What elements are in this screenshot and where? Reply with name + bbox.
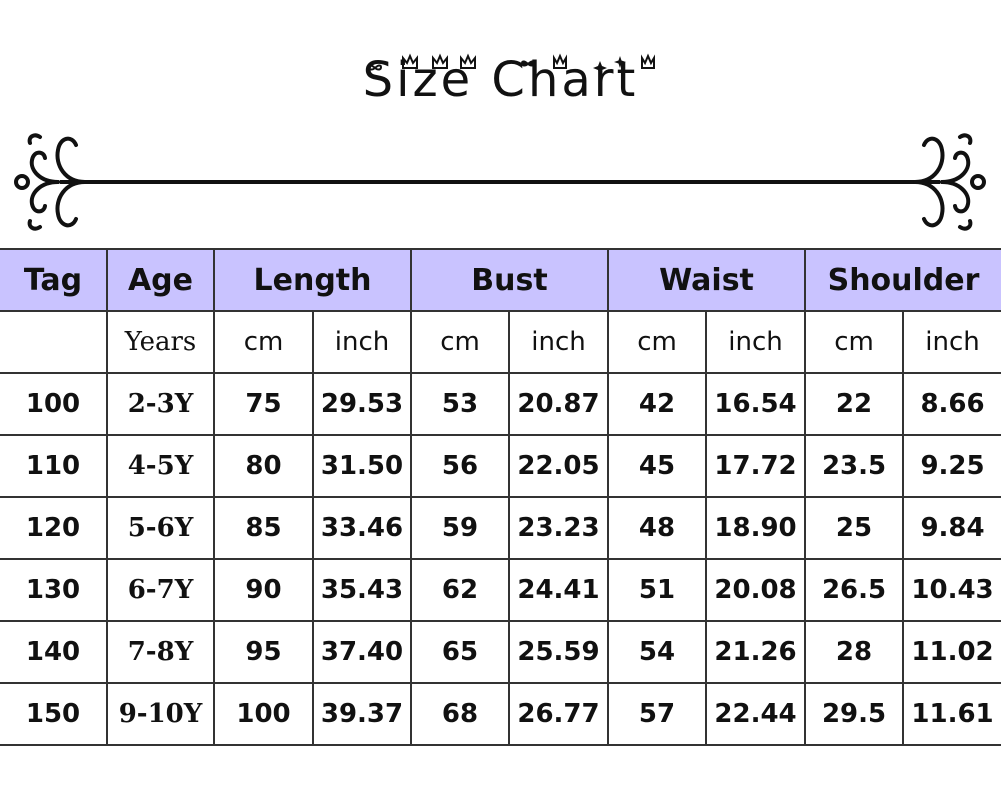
header-waist: Waist — [607, 248, 807, 312]
cell-waist-inch: 20.08 — [705, 558, 807, 622]
cell-shoulder-cm: 29.5 — [804, 682, 905, 746]
cell-bust-cm: 59 — [410, 496, 510, 560]
table-header-row: Tag Age Length Bust Waist Shoulder — [0, 248, 1001, 312]
cell-shoulder-inch: 11.61 — [902, 682, 1001, 746]
cell-length-inch: 37.40 — [312, 620, 412, 684]
cell-shoulder-cm: 25 — [804, 496, 905, 560]
cell-tag: 130 — [0, 558, 108, 622]
cell-bust-cm: 62 — [410, 558, 510, 622]
cell-length-inch: 29.53 — [312, 372, 412, 436]
table-row: 120 5-6Y 85 33.46 59 23.23 48 18.90 25 9… — [0, 496, 1001, 560]
size-chart-table: Tag Age Length Bust Waist Shoulder Years… — [0, 248, 1001, 746]
divider-line — [60, 180, 940, 184]
cell-tag: 110 — [0, 434, 108, 498]
table-row: 100 2-3Y 75 29.53 53 20.87 42 16.54 22 8… — [0, 372, 1001, 436]
table-row: 150 9-10Y 100 39.37 68 26.77 57 22.44 29… — [0, 682, 1001, 746]
header-bust: Bust — [409, 248, 610, 312]
cell-age: 2-3Y — [106, 372, 215, 436]
cell-waist-cm: 45 — [607, 434, 708, 498]
cell-length-cm: 85 — [213, 496, 314, 560]
cell-waist-cm: 51 — [607, 558, 708, 622]
sparkle-icon — [614, 56, 626, 68]
cell-bust-inch: 24.41 — [507, 558, 610, 622]
cell-waist-cm: 54 — [607, 620, 708, 684]
cell-length-inch: 33.46 — [312, 496, 412, 560]
cell-length-inch: 35.43 — [312, 558, 412, 622]
cell-length-cm: 100 — [213, 682, 314, 746]
cell-waist-inch: 21.26 — [705, 620, 807, 684]
cell-waist-inch: 22.44 — [705, 682, 807, 746]
table-row: 130 6-7Y 90 35.43 62 24.41 51 20.08 26.5… — [0, 558, 1001, 622]
crown-icon — [402, 53, 418, 69]
unit-shoulder-cm: cm — [804, 310, 905, 374]
header-tag: Tag — [0, 248, 108, 312]
cell-length-cm: 75 — [213, 372, 314, 436]
cell-length-cm: 95 — [213, 620, 314, 684]
cell-bust-cm: 56 — [410, 434, 510, 498]
cell-waist-inch: 18.90 — [705, 496, 807, 560]
cell-waist-inch: 16.54 — [705, 372, 807, 436]
unit-bust-inch: inch — [507, 310, 610, 374]
cell-waist-cm: 57 — [607, 682, 708, 746]
header-age: Age — [106, 248, 215, 312]
unit-length-inch: inch — [312, 310, 412, 374]
cell-bust-inch: 25.59 — [507, 620, 610, 684]
cell-waist-cm: 42 — [607, 372, 708, 436]
table-row: 140 7-8Y 95 37.40 65 25.59 54 21.26 28 1… — [0, 620, 1001, 684]
cell-tag: 100 — [0, 372, 108, 436]
table-row: 110 4-5Y 80 31.50 56 22.05 45 17.72 23.5… — [0, 434, 1001, 498]
unit-waist-cm: cm — [607, 310, 708, 374]
unit-length-cm: cm — [213, 310, 314, 374]
cell-bust-inch: 23.23 — [507, 496, 610, 560]
sparkle-icon — [593, 61, 607, 75]
cell-waist-inch: 17.72 — [705, 434, 807, 498]
header-shoulder: Shoulder — [804, 248, 1001, 312]
unit-waist-inch: inch — [705, 310, 807, 374]
cell-age: 4-5Y — [106, 434, 215, 498]
cell-shoulder-inch: 8.66 — [902, 372, 1001, 436]
unit-row: Years cm inch cm inch cm inch cm inch — [0, 310, 1001, 374]
cell-shoulder-inch: 9.84 — [902, 496, 1001, 560]
cell-bust-inch: 26.77 — [507, 682, 610, 746]
cell-waist-cm: 48 — [607, 496, 708, 560]
cell-bust-cm: 53 — [410, 372, 510, 436]
cell-length-cm: 80 — [213, 434, 314, 498]
cell-shoulder-inch: 9.25 — [902, 434, 1001, 498]
cell-age: 6-7Y — [106, 558, 215, 622]
crown-icon — [641, 53, 655, 69]
cell-shoulder-inch: 11.02 — [902, 620, 1001, 684]
crown-icon — [432, 53, 448, 69]
cell-age: 5-6Y — [106, 496, 215, 560]
cell-age: 7-8Y — [106, 620, 215, 684]
cell-shoulder-inch: 10.43 — [902, 558, 1001, 622]
header-length: Length — [213, 248, 412, 312]
cell-age: 9-10Y — [106, 682, 215, 746]
bow-icon — [368, 64, 382, 71]
cell-tag: 140 — [0, 620, 108, 684]
unit-age: Years — [106, 310, 215, 374]
crown-icon — [460, 53, 476, 69]
cell-length-cm: 90 — [213, 558, 314, 622]
cell-shoulder-cm: 28 — [804, 620, 905, 684]
unit-bust-cm: cm — [410, 310, 510, 374]
cell-bust-inch: 20.87 — [507, 372, 610, 436]
cell-tag: 120 — [0, 496, 108, 560]
cell-shoulder-cm: 22 — [804, 372, 905, 436]
cell-tag: 150 — [0, 682, 108, 746]
cell-shoulder-cm: 26.5 — [804, 558, 905, 622]
cell-bust-cm: 68 — [410, 682, 510, 746]
crown-icon — [553, 53, 567, 69]
cell-bust-inch: 22.05 — [507, 434, 610, 498]
cell-length-inch: 39.37 — [312, 682, 412, 746]
unit-tag — [0, 310, 108, 374]
bow-icon — [521, 60, 535, 67]
cell-bust-cm: 65 — [410, 620, 510, 684]
cell-shoulder-cm: 23.5 — [804, 434, 905, 498]
flourish-ornament-icon — [913, 133, 986, 231]
title-decorations — [368, 53, 655, 75]
cell-length-inch: 31.50 — [312, 434, 412, 498]
unit-shoulder-inch: inch — [902, 310, 1001, 374]
